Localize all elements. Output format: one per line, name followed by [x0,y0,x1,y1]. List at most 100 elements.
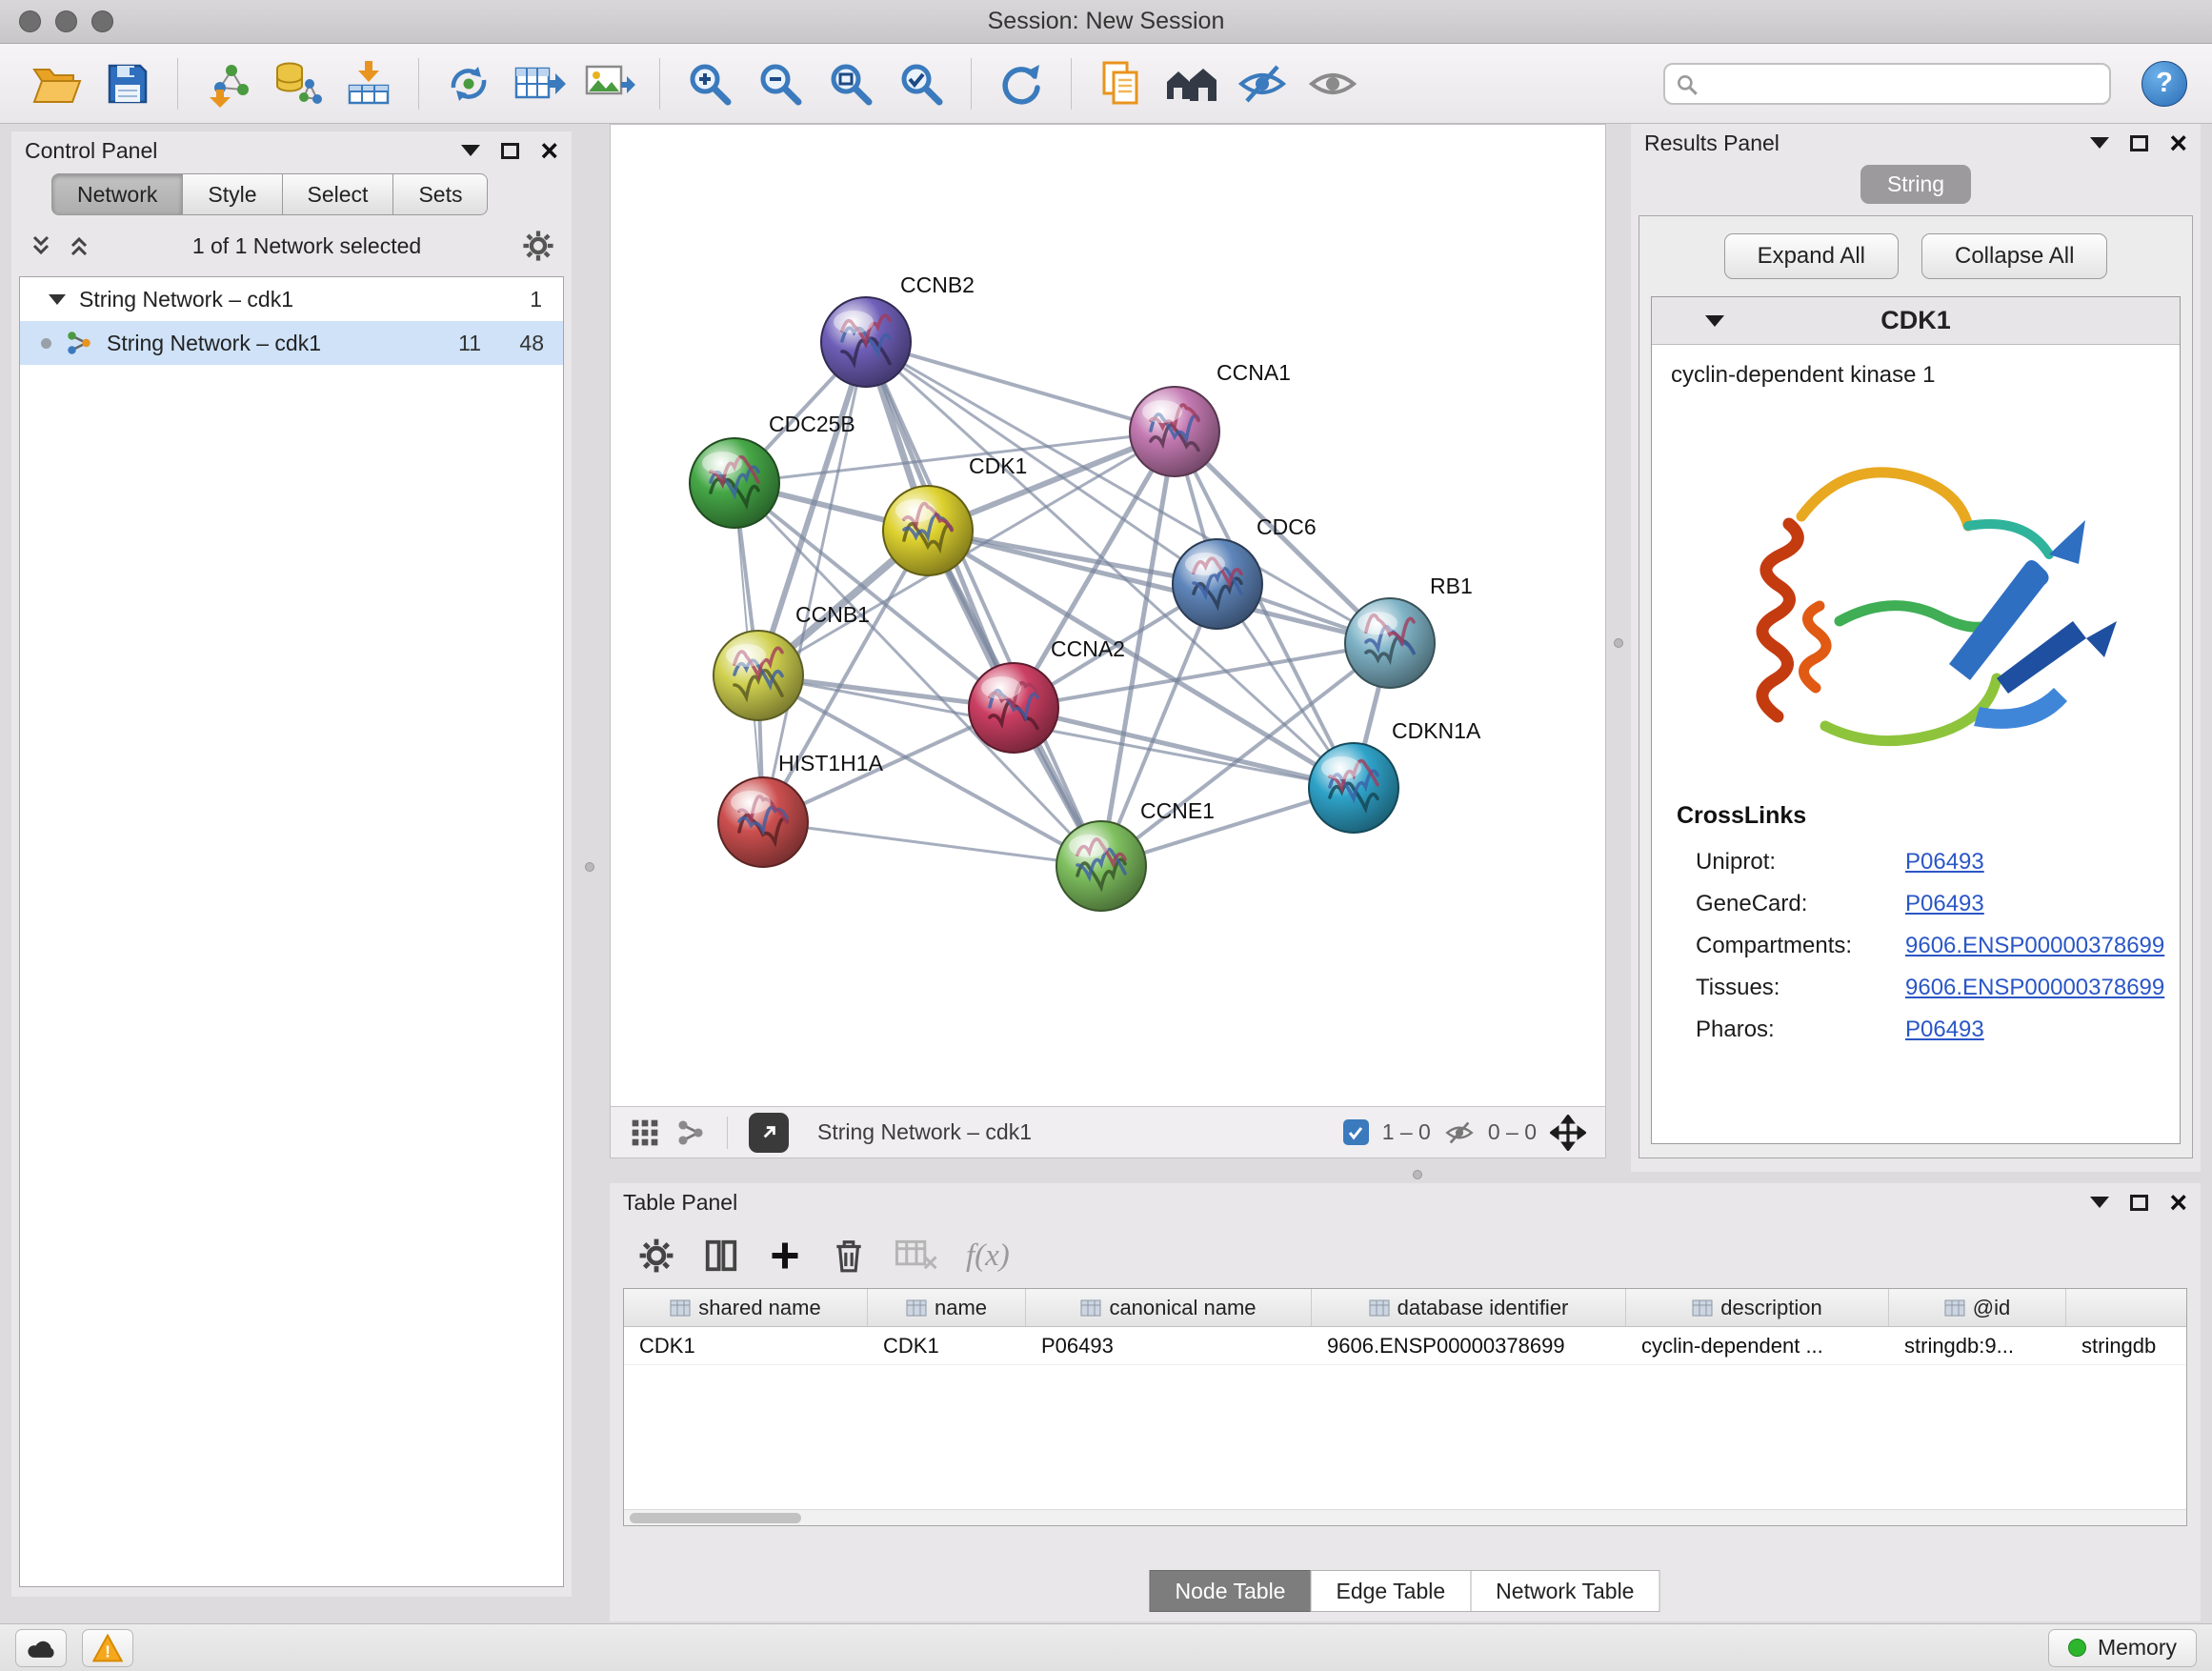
gear-icon[interactable] [638,1238,674,1274]
crosslink-value-link[interactable]: P06493 [1905,1014,1984,1046]
column-header[interactable]: @id [1889,1289,2066,1326]
minimize-window-button[interactable] [55,10,77,32]
pan-move-icon[interactable] [1550,1115,1586,1151]
open-session-button[interactable] [25,51,90,116]
zoom-in-button[interactable] [677,51,742,116]
splitter-handle[interactable] [585,862,594,872]
gear-icon[interactable] [522,230,554,262]
scrollbar-thumb[interactable] [630,1513,801,1523]
search-input[interactable] [1663,63,2111,105]
selected-checkbox-icon[interactable] [1343,1119,1369,1145]
network-node-HIST1H1A[interactable]: HIST1H1A [718,751,884,867]
expand-all-icon[interactable] [67,233,91,258]
close-panel-icon[interactable]: × [2169,1187,2187,1218]
tab-select[interactable]: Select [282,173,394,215]
tab-node-table[interactable]: Node Table [1150,1570,1312,1612]
network-node-CDKN1A[interactable]: CDKN1A [1309,718,1481,833]
cybrowser-button[interactable] [1159,51,1224,116]
crosslink-value-link[interactable]: 9606.ENSP00000378699 [1905,972,2164,1004]
collapse-panel-icon[interactable] [2090,1197,2109,1208]
cloud-button[interactable] [15,1629,67,1667]
collapse-gene-icon[interactable] [1705,315,1724,327]
table-row[interactable]: CDK1 CDK1 P06493 9606.ENSP00000378699 cy… [624,1327,2186,1365]
splitter-handle[interactable] [1413,1170,1422,1179]
tab-network-table[interactable]: Network Table [1470,1570,1659,1612]
table-cell[interactable]: CDK1 [868,1327,1026,1364]
network-node-CCNA1[interactable]: CCNA1 [1130,360,1291,476]
hidden-eye-icon[interactable] [1444,1119,1475,1146]
network-node-CCNB1[interactable]: CCNB1 [714,602,870,720]
table-cell[interactable]: 9606.ENSP00000378699 [1312,1327,1626,1364]
zoom-fit-button[interactable] [818,51,883,116]
collapse-all-icon[interactable] [29,233,53,258]
share-view-icon[interactable] [675,1117,706,1148]
crosslink-value-link[interactable]: P06493 [1905,888,1984,920]
network-edge[interactable] [763,822,1101,866]
collapse-all-button[interactable]: Collapse All [1921,233,2107,279]
close-panel-icon[interactable]: × [2169,128,2187,158]
collapse-panel-icon[interactable] [2090,137,2109,149]
collapse-panel-icon[interactable] [461,145,480,156]
memory-button[interactable]: Memory [2048,1629,2197,1667]
float-panel-icon[interactable] [501,143,519,159]
network-edge[interactable] [866,342,1101,866]
import-network-file-button[interactable] [195,51,260,116]
table-cell[interactable]: cyclin-dependent ... [1626,1327,1889,1364]
float-panel-icon[interactable] [2130,135,2148,151]
close-panel-icon[interactable]: × [540,135,558,166]
zoom-window-button[interactable] [91,10,113,32]
table-cell[interactable]: P06493 [1026,1327,1312,1364]
select-columns-icon[interactable] [703,1238,739,1274]
column-header[interactable]: canonical name [1026,1289,1312,1326]
import-table-button[interactable] [336,51,401,116]
crosslink-value-link[interactable]: 9606.ENSP00000378699 [1905,930,2164,962]
warning-button[interactable]: ! [82,1629,133,1667]
help-button[interactable]: ? [2142,61,2187,107]
network-node-CCNB2[interactable]: CCNB2 [821,272,975,387]
crosslink-value-link[interactable]: P06493 [1905,846,1984,878]
tab-sets[interactable]: Sets [392,173,488,215]
add-column-icon[interactable] [768,1238,802,1273]
network-edge[interactable] [1101,584,1217,866]
network-edge[interactable] [1014,708,1354,788]
hide-graphics-button[interactable] [1230,51,1295,116]
tree-expand-icon[interactable] [49,294,66,305]
export-image-button[interactable] [577,51,642,116]
import-network-database-button[interactable] [266,51,331,116]
tab-network[interactable]: Network [51,173,183,215]
zoom-out-button[interactable] [748,51,813,116]
column-header[interactable]: name [868,1289,1026,1326]
delete-column-icon[interactable] [831,1236,867,1276]
new-network-button[interactable] [436,51,501,116]
table-cell[interactable]: stringdb [2066,1327,2187,1364]
tab-string[interactable]: String [1860,165,1971,204]
show-graphics-button[interactable] [1300,51,1365,116]
gene-card-header[interactable]: CDK1 [1652,297,2180,345]
tab-edge-table[interactable]: Edge Table [1310,1570,1471,1612]
export-table-button[interactable] [507,51,572,116]
splitter-handle[interactable] [1614,638,1623,648]
save-session-button[interactable] [95,51,160,116]
network-collection-row[interactable]: String Network – cdk1 1 [20,277,563,321]
column-header[interactable]: namespace [2066,1289,2187,1326]
column-header[interactable]: database identifier [1312,1289,1626,1326]
column-header[interactable]: description [1626,1289,1889,1326]
network-edge[interactable] [866,342,1175,432]
export-view-button[interactable] [749,1113,789,1153]
float-panel-icon[interactable] [2130,1195,2148,1211]
network-node-RB1[interactable]: RB1 [1345,574,1473,688]
tab-style[interactable]: Style [182,173,282,215]
column-header[interactable]: shared name [624,1289,868,1326]
network-canvas[interactable]: CCNB2CCNA1CDC25BCDK1CDC6RB1CCNB1CCNA2CDK… [611,125,1605,1107]
grid-view-icon[interactable] [630,1117,660,1148]
refresh-network-button[interactable] [989,51,1054,116]
table-cell[interactable]: stringdb:9... [1889,1327,2066,1364]
expand-all-button[interactable]: Expand All [1724,233,1899,279]
network-node-CDK1[interactable]: CDK1 [883,453,1027,575]
zoom-selected-button[interactable] [889,51,954,116]
table-cell[interactable]: CDK1 [624,1327,868,1364]
clipboard-button[interactable] [1089,51,1154,116]
network-row-selected[interactable]: String Network – cdk1 11 48 [20,321,563,365]
network-edge[interactable] [928,531,1390,643]
close-window-button[interactable] [19,10,41,32]
